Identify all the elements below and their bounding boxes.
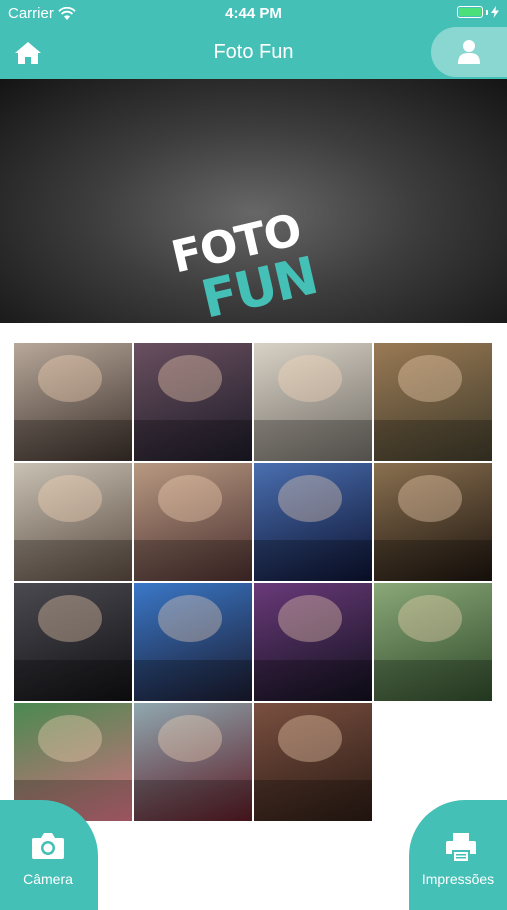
photo-highlight xyxy=(37,354,103,402)
photo-highlight xyxy=(397,474,463,522)
photo-shade xyxy=(14,539,132,581)
photo-shade xyxy=(254,419,372,461)
photo-shade xyxy=(374,539,492,581)
camera-label: Câmera xyxy=(23,871,73,887)
status-time: 4:44 PM xyxy=(225,5,282,22)
photo-shade xyxy=(14,419,132,461)
status-bar: Carrier 4:44 PM xyxy=(0,0,507,28)
photo-thumbnail[interactable] xyxy=(134,583,252,701)
photo-thumbnail[interactable] xyxy=(134,703,252,821)
battery-cap xyxy=(486,9,488,15)
photo-thumbnail[interactable] xyxy=(134,343,252,461)
photo-highlight xyxy=(397,354,463,402)
top-bar: Carrier 4:44 PM Foto Fun xyxy=(0,0,507,79)
photo-highlight xyxy=(277,354,343,402)
photo-shade xyxy=(134,419,252,461)
photo-thumbnail[interactable] xyxy=(14,343,132,461)
photo-shade xyxy=(254,539,372,581)
photo-highlight xyxy=(157,714,223,762)
user-icon xyxy=(458,40,480,64)
photo-thumbnail[interactable] xyxy=(254,343,372,461)
photo-highlight xyxy=(37,714,103,762)
prints-label: Impressões xyxy=(421,871,495,887)
photo-highlight xyxy=(37,594,103,642)
photo-highlight xyxy=(397,594,463,642)
photo-thumbnail[interactable] xyxy=(134,463,252,581)
photo-thumbnail[interactable] xyxy=(14,583,132,701)
charging-icon xyxy=(491,6,499,18)
photo-grid xyxy=(14,343,494,823)
photo-thumbnail[interactable] xyxy=(14,463,132,581)
printer-icon xyxy=(446,833,476,861)
photo-shade xyxy=(134,539,252,581)
photo-shade xyxy=(134,659,252,701)
photo-highlight xyxy=(277,474,343,522)
photo-highlight xyxy=(277,714,343,762)
photo-thumbnail[interactable] xyxy=(254,463,372,581)
photo-shade xyxy=(14,659,132,701)
photo-thumbnail[interactable] xyxy=(374,583,492,701)
photo-thumbnail[interactable] xyxy=(374,463,492,581)
battery-level xyxy=(459,8,481,16)
camera-icon xyxy=(32,833,64,859)
photo-shade xyxy=(254,659,372,701)
photo-shade xyxy=(134,779,252,821)
photo-shade xyxy=(254,779,372,821)
banner: FOTO FUN xyxy=(0,79,507,323)
photo-highlight xyxy=(37,474,103,522)
photo-highlight xyxy=(157,474,223,522)
prints-button[interactable]: Impressões xyxy=(409,800,507,910)
photo-highlight xyxy=(157,354,223,402)
battery-indicator xyxy=(457,6,499,18)
photo-thumbnail[interactable] xyxy=(374,343,492,461)
profile-button[interactable] xyxy=(431,27,507,77)
photo-highlight xyxy=(157,594,223,642)
battery-icon xyxy=(457,6,483,18)
photo-shade xyxy=(374,419,492,461)
photo-thumbnail[interactable] xyxy=(254,583,372,701)
foto-fun-logo: FOTO FUN xyxy=(160,201,350,323)
photo-shade xyxy=(374,659,492,701)
photo-highlight xyxy=(277,594,343,642)
photo-thumbnail[interactable] xyxy=(254,703,372,821)
